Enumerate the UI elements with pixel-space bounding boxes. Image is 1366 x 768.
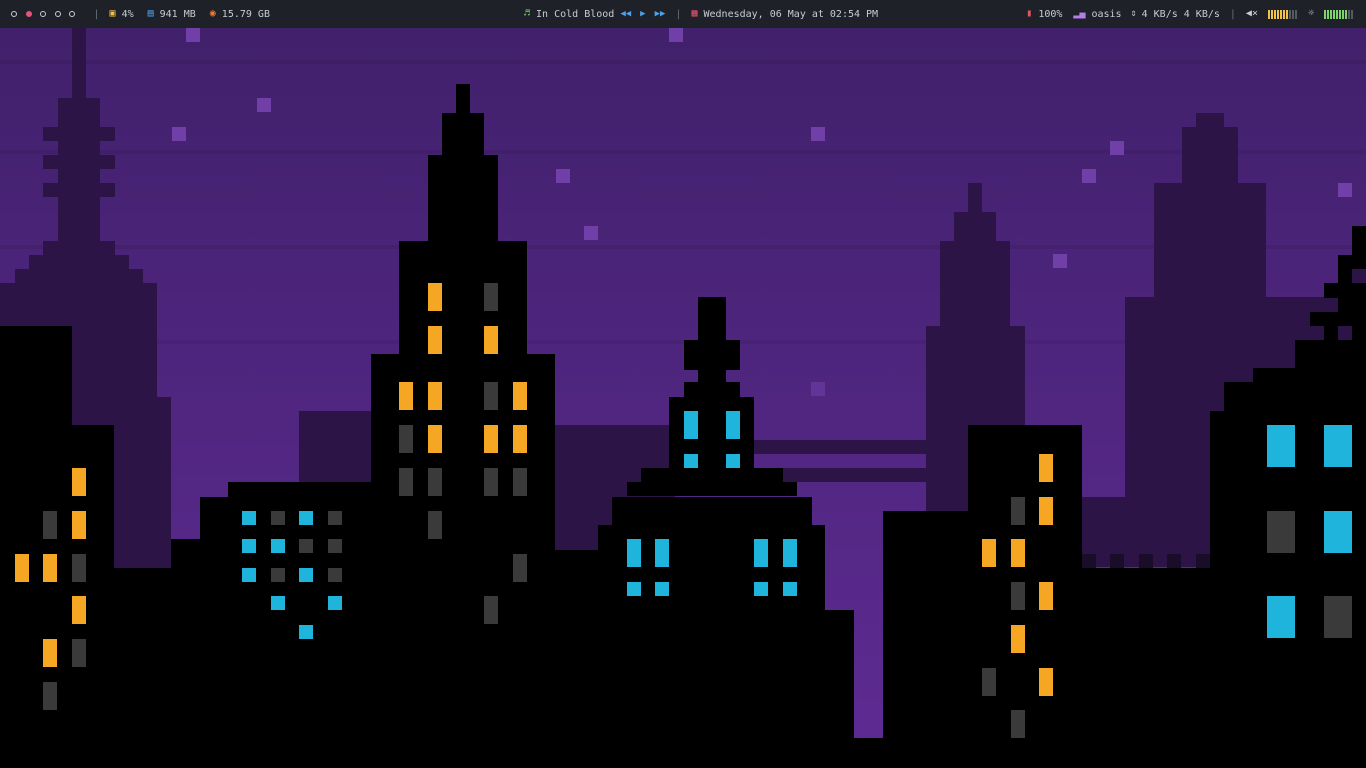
cpu-usage: 4% <box>121 8 134 20</box>
play-icon[interactable]: ▶ <box>640 9 645 19</box>
bar-right: ▮ 100% ▂▄ oasis ⇕ 4 KB/s 4 KB/s | ◀× ☼ <box>1026 0 1354 28</box>
level-segment <box>1291 9 1294 19</box>
brightness-icon[interactable]: ☼ <box>1308 9 1314 19</box>
level-segment <box>1273 9 1276 19</box>
memory-usage: 941 MB <box>159 8 196 20</box>
speaker-mute-icon[interactable]: ◀× <box>1246 9 1258 19</box>
up-down-arrows-icon: ⇕ <box>1130 8 1137 19</box>
next-icon[interactable]: ▶▶ <box>655 9 666 19</box>
separator: | <box>93 8 100 20</box>
bar-left: | ▣ 4% ▤ 941 MB ◉ 15.79 GB <box>11 0 270 28</box>
clock[interactable]: Wednesday, 06 May at 02:54 PM <box>703 9 878 20</box>
level-segment <box>1279 9 1282 19</box>
workspace-5[interactable] <box>69 11 75 17</box>
level-segment <box>1327 9 1329 19</box>
level-segment <box>1351 9 1353 19</box>
separator: | <box>1229 8 1236 20</box>
level-segment <box>1348 9 1350 19</box>
level-segment <box>1285 9 1288 19</box>
level-segment <box>1342 9 1344 19</box>
workspace-1[interactable] <box>11 11 17 17</box>
separator: | <box>675 8 682 20</box>
music-note-icon: ♬ <box>524 8 531 19</box>
network-ssid[interactable]: oasis <box>1091 9 1121 20</box>
workspace-4[interactable] <box>54 11 61 17</box>
level-segment <box>1276 9 1279 19</box>
level-segment <box>1288 9 1291 19</box>
level-segment <box>1324 9 1326 19</box>
level-segment <box>1336 9 1338 19</box>
volume-level[interactable] <box>1267 9 1298 19</box>
level-segment <box>1339 9 1341 19</box>
level-segment <box>1267 9 1270 19</box>
track-title[interactable]: In Cold Blood <box>536 9 614 20</box>
battery-level: 100% <box>1038 8 1063 20</box>
bar-center: ♬ In Cold Blood ◀◀ ▶ ▶▶ | ▦ Wednesday, 0… <box>524 0 878 28</box>
wallpaper <box>0 0 1366 768</box>
wifi-signal-icon: ▂▄ <box>1073 8 1086 19</box>
previous-icon[interactable]: ◀◀ <box>620 9 631 19</box>
level-segment <box>1294 9 1297 19</box>
cpu-icon: ▣ <box>109 8 116 19</box>
disk-usage: 15.79 GB <box>221 8 270 20</box>
workspace-3[interactable] <box>40 11 46 17</box>
brightness-level[interactable] <box>1324 9 1354 19</box>
status-bar: | ▣ 4% ▤ 941 MB ◉ 15.79 GB ♬ In Cold Blo… <box>0 0 1366 28</box>
memory-icon: ▤ <box>147 8 154 19</box>
level-segment <box>1345 9 1347 19</box>
network-rate: 4 KB/s 4 KB/s <box>1141 8 1220 20</box>
level-segment <box>1333 9 1335 19</box>
workspace-2[interactable] <box>25 11 32 17</box>
level-segment <box>1330 9 1332 19</box>
calendar-icon: ▦ <box>691 8 698 19</box>
battery-icon: ▮ <box>1026 8 1033 19</box>
level-segment <box>1270 9 1273 19</box>
level-segment <box>1282 9 1285 19</box>
disk-icon: ◉ <box>209 8 216 19</box>
